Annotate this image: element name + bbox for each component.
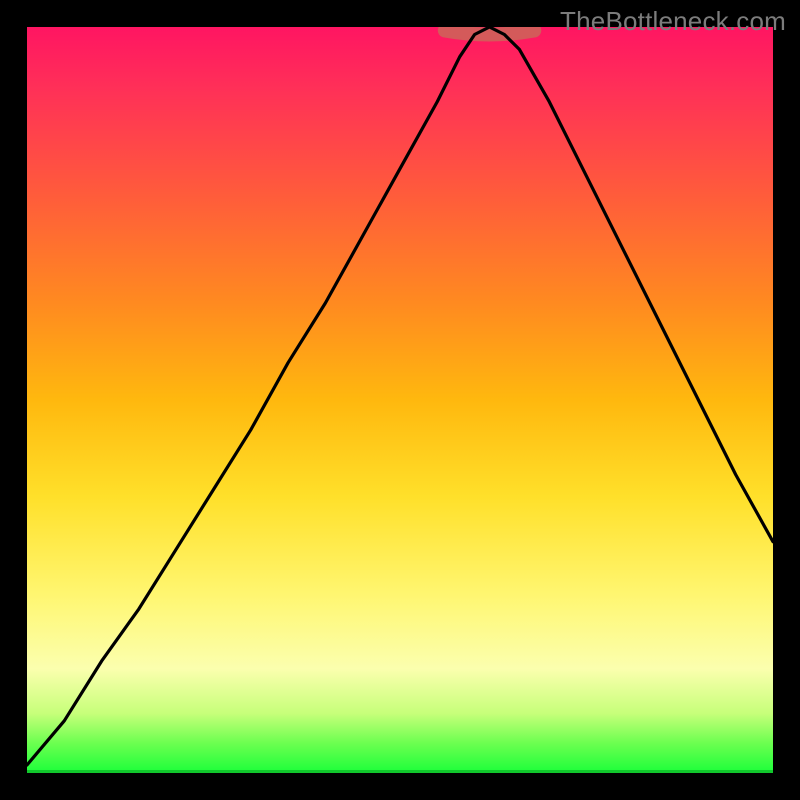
optimum-range-marker [445,31,535,35]
plot-area [27,27,773,773]
bottleneck-curve-svg [27,27,773,773]
watermark-text: TheBottleneck.com [560,6,786,37]
chart-frame: TheBottleneck.com [0,0,800,800]
bottleneck-curve [27,27,773,765]
